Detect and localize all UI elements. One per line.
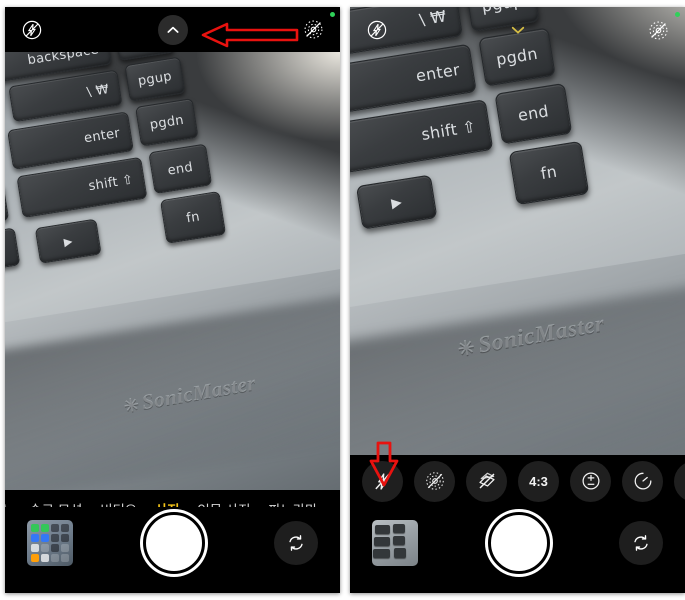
flash-off-icon[interactable] [364, 17, 390, 43]
chevron-down-button[interactable] [503, 15, 533, 45]
recording-indicator-icon [330, 12, 335, 17]
live-photo-off-icon[interactable] [645, 17, 671, 43]
shutter-row-right [350, 507, 685, 593]
photo-scene: SonicMaster backspace home \ ₩ pgup [5, 52, 340, 490]
recording-indicator-icon [675, 12, 680, 17]
gallery-thumbnail[interactable] [27, 520, 73, 566]
key-partial-d [5, 182, 10, 230]
shutter-button[interactable] [487, 512, 550, 574]
filters-control-button[interactable] [674, 460, 685, 502]
control-strip-right: 4:3 [350, 455, 685, 507]
topbar-right [350, 15, 685, 45]
photo-scene: SonicMaster backspace home \ ₩ pgup [350, 7, 685, 455]
key-fn: fn [508, 140, 590, 205]
key-pgup: pgup [124, 56, 186, 102]
chevron-up-button[interactable] [157, 14, 188, 45]
viewfinder-left[interactable]: SonicMaster backspace home \ ₩ pgup [5, 52, 340, 490]
night-mode-control-button[interactable] [466, 460, 507, 502]
flash-control-button[interactable] [362, 460, 403, 502]
camera-panel-left: SonicMaster backspace home \ ₩ pgup [5, 7, 340, 593]
camera-flip-icon[interactable] [274, 521, 318, 565]
topbar-left [5, 7, 340, 52]
camera-flip-icon[interactable] [619, 521, 663, 565]
key-end: end [494, 82, 573, 145]
shutter-row-left [5, 507, 340, 593]
gallery-thumbnail[interactable] [372, 520, 418, 566]
live-photo-off-icon[interactable] [300, 17, 326, 43]
live-photo-control-button[interactable] [414, 460, 455, 502]
control-center-preview [31, 524, 69, 562]
shutter-button[interactable] [142, 512, 205, 574]
key-end: end [148, 143, 213, 194]
timer-control-button[interactable] [622, 460, 663, 502]
camera-panel-right: SonicMaster backspace home \ ₩ pgup [350, 7, 685, 593]
key-shift: shift ⇧ [350, 98, 494, 174]
key-media-play: ▶ [356, 173, 438, 230]
key-pgdn: pgdn [135, 97, 199, 147]
viewfinder-right[interactable]: SonicMaster backspace home \ ₩ pgup [350, 7, 685, 455]
screenshot-stage: SonicMaster backspace home \ ₩ pgup [0, 0, 685, 600]
flash-off-icon[interactable] [19, 17, 45, 43]
key-media-play: ▶ [34, 218, 102, 264]
aspect-ratio-button[interactable]: 4:3 [518, 460, 559, 502]
key-partial-e [5, 227, 21, 275]
exposure-control-button[interactable] [570, 460, 611, 502]
key-fn: fn [160, 190, 227, 244]
